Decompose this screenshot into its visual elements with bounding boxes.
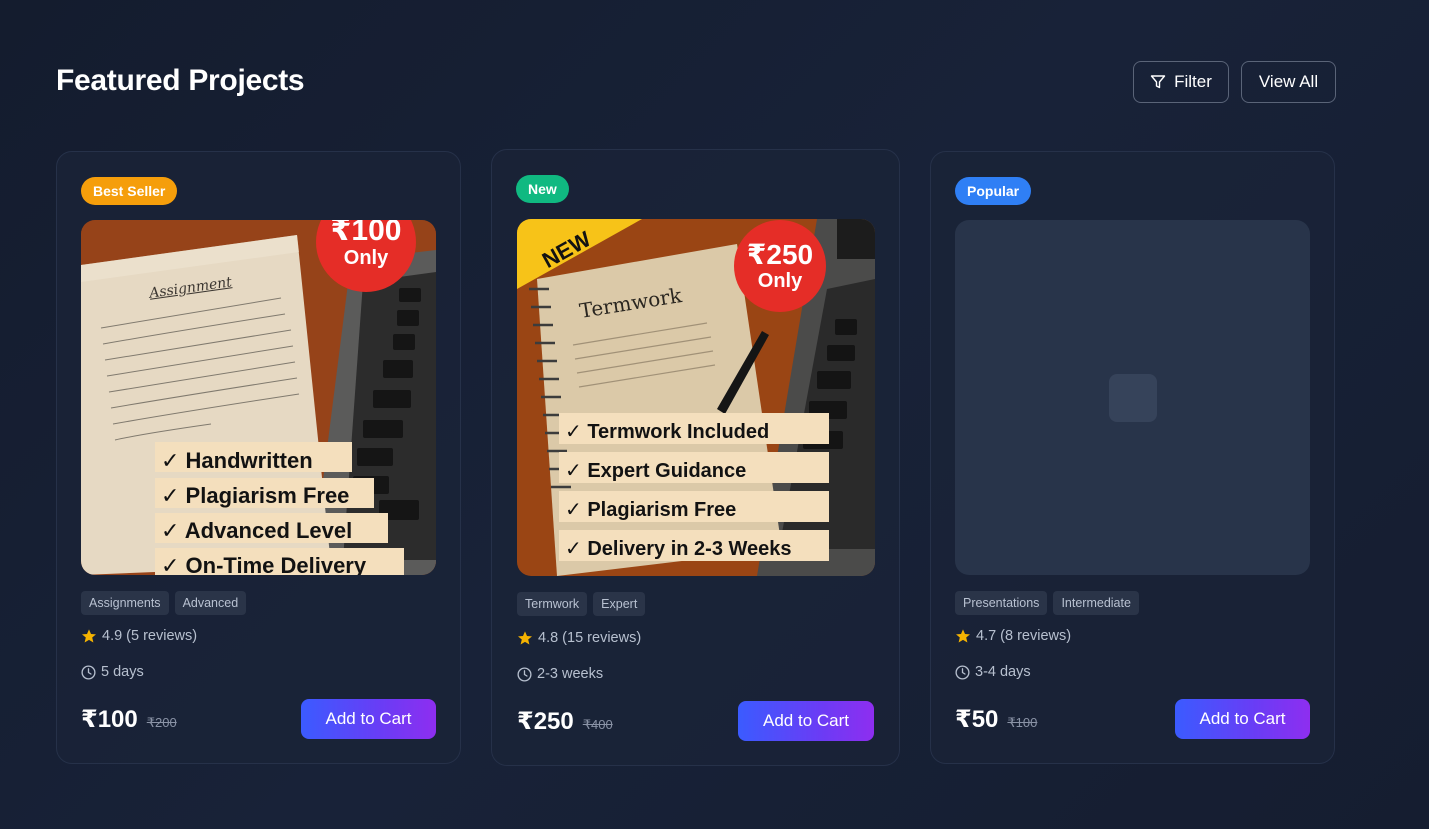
product-image-placeholder[interactable] [955,220,1310,575]
check-item: ✓ Plagiarism Free [161,483,350,508]
product-card-assignment[interactable]: Best Seller ₹100 Only Assignment ✓ Handw… [56,151,461,764]
star-icon [956,629,970,643]
clock-icon [955,664,970,680]
rating: 4.7 (8 reviews) [955,628,1071,644]
check-item: ✓ On-Time Delivery [161,553,367,575]
image-placeholder-icon [1109,374,1157,422]
tag-category[interactable]: Presentations [955,591,1048,615]
popular-badge: Popular [955,177,1032,205]
header-actions: Filter View All [1133,61,1336,103]
tag-level[interactable]: Intermediate [1053,591,1139,615]
tag-category[interactable]: Termwork [517,592,588,616]
add-to-cart-button[interactable]: Add to Cart [738,701,874,741]
price-row: ₹50 ₹100 [955,705,1037,734]
check-item: ✓ Delivery in 2-3 Weeks [565,538,792,560]
rating: 4.8 (15 reviews) [517,630,641,646]
original-price: ₹400 [582,717,613,732]
original-price: ₹100 [1007,715,1038,730]
check-item: ✓ Handwritten [161,448,313,473]
tag-list: Termwork Expert [517,592,646,616]
filter-button[interactable]: Filter [1133,61,1229,103]
tag-list: Presentations Intermediate [955,591,1139,615]
tag-level[interactable]: Expert [593,592,646,616]
check-item: ✓ Advanced Level [161,518,353,543]
current-price: ₹50 [955,706,999,733]
rating-text: 4.9 (5 reviews) [102,628,198,644]
current-price: ₹250 [517,708,574,735]
price-circle-sub: Only [343,247,389,269]
duration-text: 2-3 weeks [537,666,604,682]
best-seller-badge: Best Seller [81,177,178,205]
page-title: Featured Projects [56,64,305,97]
add-to-cart-button[interactable]: Add to Cart [301,699,436,739]
star-icon [82,629,96,643]
product-image-termwork[interactable]: NEW ₹250 Only Termwork ✓ Termwork Includ… [517,219,875,576]
add-to-cart-button[interactable]: Add to Cart [1175,699,1310,739]
product-card-termwork[interactable]: New NEW ₹250 Only Termwork ✓ Termwork In… [491,149,900,766]
filter-icon [1150,75,1166,89]
tag-level[interactable]: Advanced [174,591,247,615]
duration-text: 3-4 days [975,664,1031,680]
original-price: ₹200 [146,715,177,730]
price-circle-amount: ₹250 [746,239,814,270]
delivery-duration: 5 days [81,664,144,680]
price-circle-label: ₹100 Only [316,220,416,268]
view-all-button[interactable]: View All [1241,61,1336,103]
check-item: ✓ Plagiarism Free [565,499,737,521]
feature-checklist-text: ✓ Termwork Included ✓ Expert Guidance ✓ … [565,413,792,569]
tag-category[interactable]: Assignments [81,591,169,615]
rating: 4.9 (5 reviews) [81,628,197,644]
price-circle-amount: ₹100 [330,220,402,247]
clock-icon [81,664,96,680]
duration-text: 5 days [101,664,144,680]
star-icon [518,631,532,645]
price-row: ₹250 ₹400 [517,707,613,736]
product-card-presentation[interactable]: Popular Presentations Intermediate 4.7 (… [930,151,1335,764]
current-price: ₹100 [81,706,138,733]
clock-icon [517,666,532,682]
rating-text: 4.8 (15 reviews) [538,630,642,646]
delivery-duration: 3-4 days [955,664,1031,680]
rating-text: 4.7 (8 reviews) [976,628,1072,644]
delivery-duration: 2-3 weeks [517,666,603,682]
check-item: ✓ Termwork Included [565,421,770,443]
feature-checklist-text: ✓ Handwritten ✓ Plagiarism Free ✓ Advanc… [161,443,366,575]
price-circle-sub: Only [757,270,803,292]
tag-list: Assignments Advanced [81,591,247,615]
new-badge: New [516,175,569,203]
filter-label: Filter [1174,72,1212,91]
price-row: ₹100 ₹200 [81,705,177,734]
check-item: ✓ Expert Guidance [565,460,747,482]
price-circle-label: ₹250 Only [734,239,826,292]
product-image-assignment[interactable]: ₹100 Only Assignment ✓ Handwritten ✓ Pla… [81,220,436,575]
